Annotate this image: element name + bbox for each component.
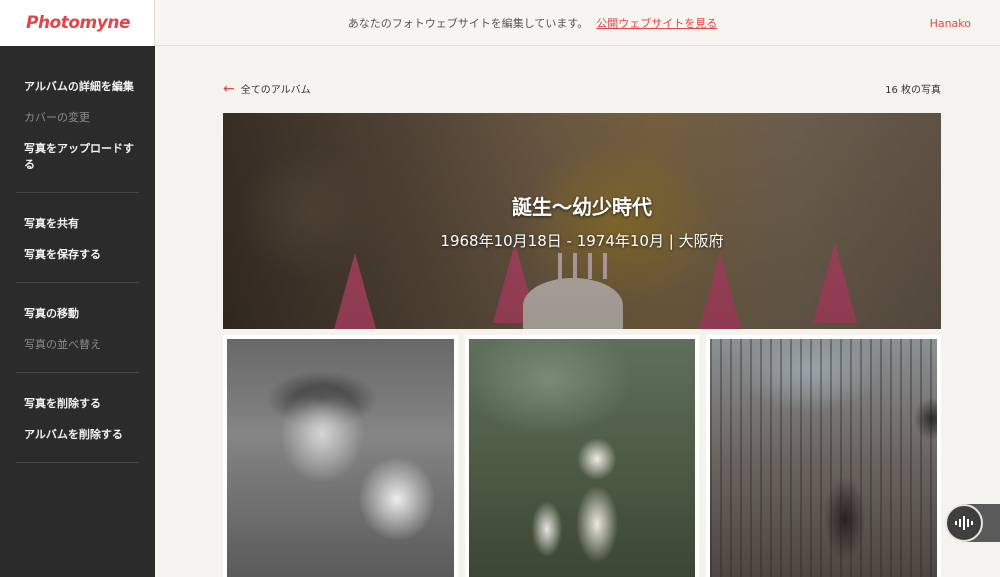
photo-image <box>468 339 696 577</box>
arrow-left-icon: ← <box>223 80 235 97</box>
photo-thumbnail[interactable] <box>706 335 942 577</box>
album-title: 誕生〜幼少時代 <box>512 195 652 219</box>
sidebar-divider <box>16 282 139 283</box>
sidebar-item-move-photos[interactable]: 写真の移動 <box>0 299 155 330</box>
album-cover[interactable]: 誕生〜幼少時代 1968年10月18日 - 1974年10月 | 大阪府 <box>223 113 941 329</box>
back-label: 全てのアルバム <box>240 85 311 96</box>
photo-thumbnail[interactable] <box>223 335 458 577</box>
sidebar-item-save-photos[interactable]: 写真を保存する <box>0 240 155 271</box>
sidebar-item-change-cover: カバーの変更 <box>24 111 90 124</box>
audio-assistant-button[interactable] <box>945 504 983 542</box>
album-subtitle: 1968年10月18日 - 1974年10月 | 大阪府 <box>440 232 724 250</box>
sidebar-item-delete-photos[interactable]: 写真を削除する <box>0 389 155 420</box>
photo-grid <box>223 335 942 577</box>
view-public-site-link[interactable]: 公開ウェブサイトを見る <box>596 15 717 31</box>
photo-thumbnail[interactable] <box>464 335 700 577</box>
logo-area: Photomyne <box>0 0 155 46</box>
sidebar-item-share-photos[interactable]: 写真を共有 <box>0 209 155 240</box>
back-to-albums-link[interactable]: ← 全てのアルバム <box>223 80 311 97</box>
edit-notice-text: あなたのフォトウェブサイトを編集しています。 <box>347 17 589 30</box>
user-menu[interactable]: Hanako <box>930 0 971 46</box>
sidebar-item-edit-album-details[interactable]: アルバムの詳細を編集 <box>0 72 155 103</box>
sidebar-divider <box>16 462 139 463</box>
album-main: ← 全てのアルバム 16 枚の写真 誕生〜幼少時代 1968年10月18日 - … <box>155 46 1000 577</box>
photo-image <box>227 339 454 577</box>
edit-notice: あなたのフォトウェブサイトを編集しています。 公開ウェブサイトを見る <box>155 0 910 46</box>
sidebar-item-reorder-photos: 写真の並べ替え <box>24 338 101 351</box>
sidebar-item-delete-album[interactable]: アルバムを削除する <box>0 420 155 451</box>
top-bar: Photomyne あなたのフォトウェブサイトを編集しています。 公開ウェブサイ… <box>0 0 1000 46</box>
audio-wave-icon <box>955 516 973 530</box>
cover-text: 誕生〜幼少時代 1968年10月18日 - 1974年10月 | 大阪府 <box>223 191 941 251</box>
photomyne-logo[interactable]: Photomyne <box>26 13 130 33</box>
sidebar-divider <box>16 192 139 193</box>
sidebar-divider <box>16 372 139 373</box>
photo-image <box>710 339 938 577</box>
sidebar: アルバムの詳細を編集 カバーの変更 写真をアップロードする 写真を共有 写真を保… <box>0 46 155 577</box>
photo-count: 16 枚の写真 <box>885 85 941 96</box>
sidebar-item-upload-photos[interactable]: 写真をアップロードする <box>0 134 155 181</box>
